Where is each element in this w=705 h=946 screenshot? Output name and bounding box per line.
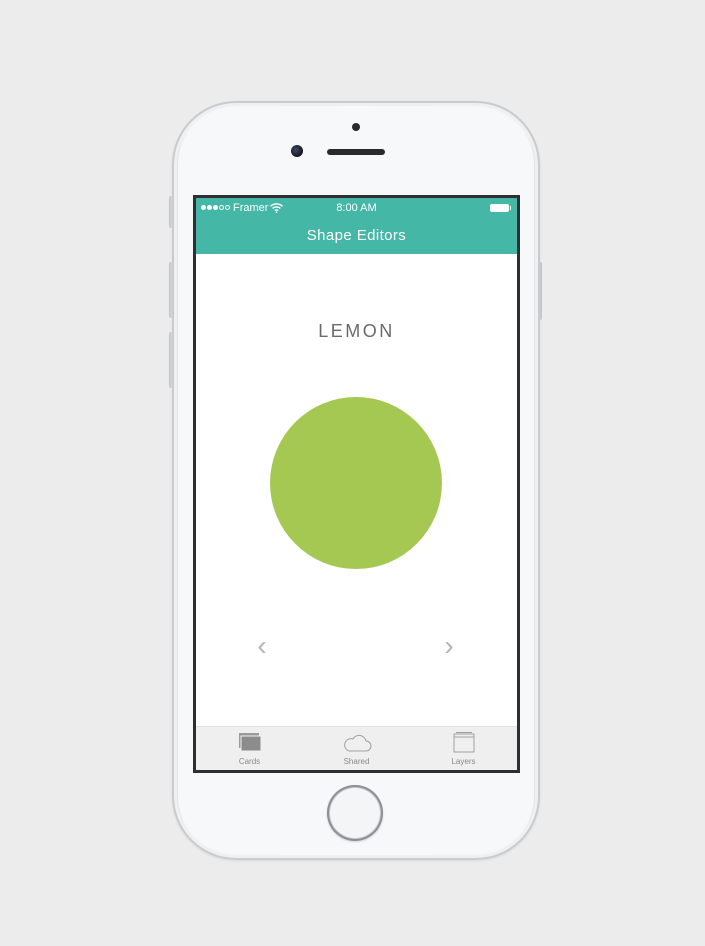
battery-tip [510,206,511,210]
tab-label: Cards [238,757,261,766]
page-background: Framer 8:00 AM Shape Editors LEMON ‹ › C… [0,0,705,946]
earpiece-speaker [327,149,385,155]
chevron-left-icon[interactable]: ‹ [251,632,273,660]
status-bar: Framer 8:00 AM [196,198,517,218]
tab-layers[interactable]: Layers [410,727,517,770]
tab-bar: Cards Shared Layers [196,726,517,770]
nav-title: Shape Editors [306,227,407,244]
tab-label: Shared [343,757,370,766]
layers-icon [453,732,474,753]
chevron-right-icon[interactable]: › [438,632,460,660]
cloud-icon [343,734,371,752]
battery-icon [490,204,509,212]
front-camera-icon [291,145,303,157]
shape-preview-circle[interactable] [270,397,442,569]
proximity-sensor [352,123,360,131]
tab-shared[interactable]: Shared [303,727,410,770]
phone-screen: Framer 8:00 AM Shape Editors LEMON ‹ › C… [193,195,520,773]
shape-editor-content: LEMON ‹ › [196,254,517,726]
app-header: Framer 8:00 AM Shape Editors [196,198,517,254]
home-button[interactable] [327,785,383,841]
shape-name: LEMON [318,321,395,341]
app-viewport: Framer 8:00 AM Shape Editors LEMON ‹ › C… [196,198,517,770]
cards-icon [238,733,261,752]
tab-label: Layers [451,757,476,766]
tab-cards[interactable]: Cards [196,727,303,770]
status-time: 8:00 AM [336,202,377,214]
